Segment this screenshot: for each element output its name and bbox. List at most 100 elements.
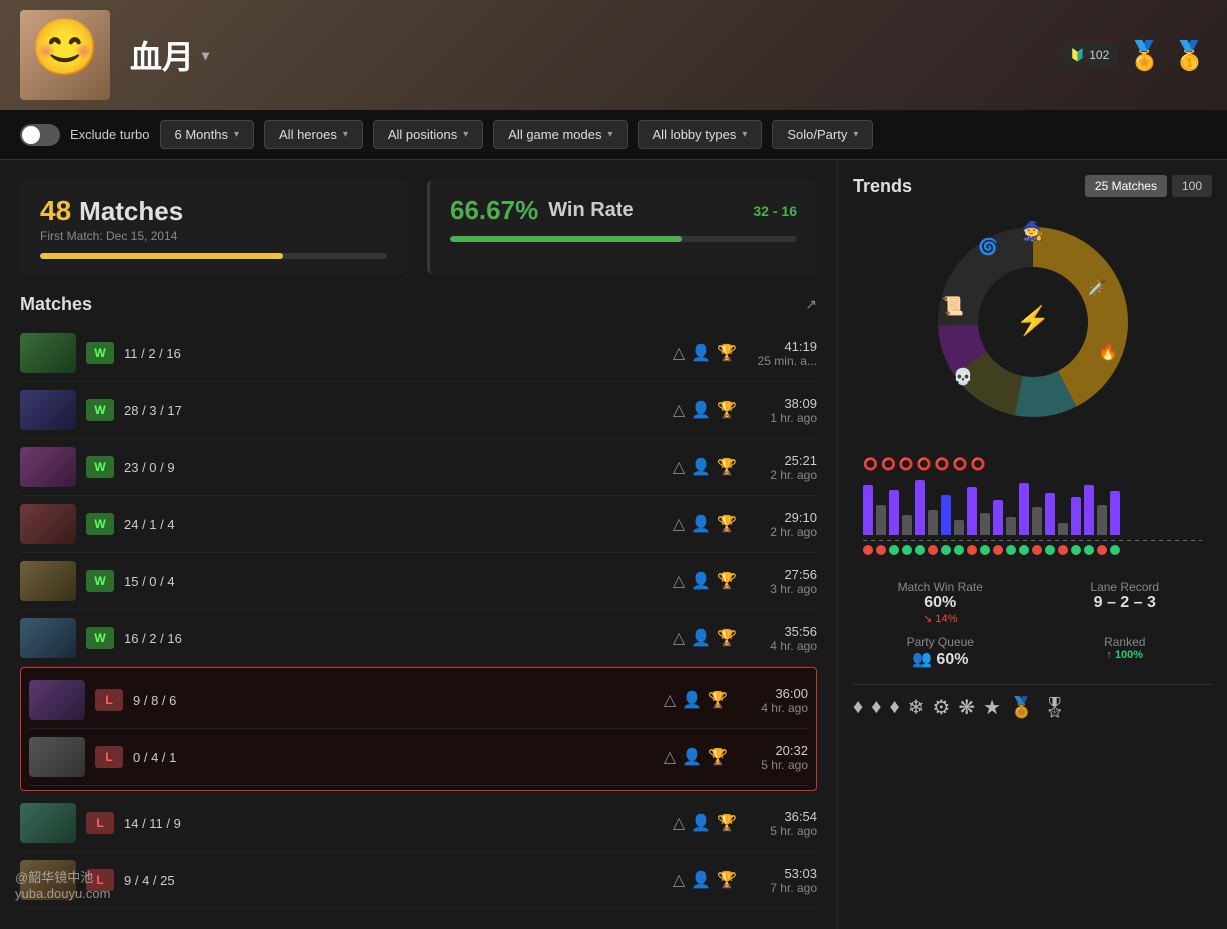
match-row[interactable]: L 14 / 11 / 9 △ 👤 🏆 36:54 5 hr. ago xyxy=(20,795,817,852)
svg-text:⚡: ⚡ xyxy=(1015,304,1050,337)
result-badge: W xyxy=(86,399,114,421)
dot-20 xyxy=(1110,545,1120,555)
trends-header: Trends 25 Matches 100 xyxy=(853,175,1212,197)
dot-8 xyxy=(954,545,964,555)
player-dropdown-icon[interactable]: ▾ xyxy=(202,47,209,64)
match-row[interactable]: L 9 / 4 / 25 △ 👤 🏆 53:03 7 hr. ago xyxy=(20,852,817,909)
match-win-rate-trend: ↘ 14% xyxy=(853,612,1028,625)
result-badge: L xyxy=(86,869,114,891)
match-row[interactable]: W 15 / 0 / 4 △ 👤 🏆 27:56 3 hr. ago xyxy=(20,553,817,610)
match-row[interactable]: L 0 / 4 / 1 △ 👤 🏆 20:32 5 hr. ago xyxy=(29,729,808,786)
bar-13 xyxy=(1019,483,1029,535)
match-icons: △ 👤 🏆 xyxy=(664,690,728,710)
dot-15 xyxy=(1045,545,1055,555)
match-time: 27:56 3 hr. ago xyxy=(747,567,817,596)
result-badge: W xyxy=(86,570,114,592)
person-icon: 👤 xyxy=(691,628,711,648)
match-time: 41:19 25 min. a... xyxy=(747,339,817,368)
match-row[interactable]: W 11 / 2 / 16 △ 👤 🏆 41:19 25 min. a... xyxy=(20,325,817,382)
donut-chart: ⚡ 🧙 🗡️ 🔥 💀 📜 🌀 xyxy=(923,212,1143,432)
match-time: 35:56 4 hr. ago xyxy=(747,624,817,653)
ranked-stat: Ranked ↑ 100% xyxy=(1038,635,1213,669)
match-duration: 41:19 xyxy=(747,339,817,354)
matches-list: W 11 / 2 / 16 △ 👤 🏆 41:19 25 min. a... W… xyxy=(20,325,817,909)
party-queue-value: 👥 60% xyxy=(853,649,1028,669)
dot-18 xyxy=(1084,545,1094,555)
dot-7 xyxy=(941,545,951,555)
trend-btn-25[interactable]: 25 Matches xyxy=(1085,175,1167,197)
kda-display: 15 / 0 / 4 xyxy=(124,574,214,589)
person-icon: 👤 xyxy=(691,870,711,890)
medal-3: ♦ xyxy=(889,696,899,719)
trophy-icon: 🏆 xyxy=(717,813,737,833)
match-time: 36:54 5 hr. ago xyxy=(747,809,817,838)
hero-thumbnail xyxy=(20,504,76,544)
heroes-filter[interactable]: All heroes ▾ xyxy=(264,120,363,149)
match-time-ago: 2 hr. ago xyxy=(747,525,817,539)
trend-btn-100[interactable]: 100 xyxy=(1172,175,1212,197)
match-row[interactable]: W 23 / 0 / 9 △ 👤 🏆 25:21 2 hr. ago xyxy=(20,439,817,496)
rank-badge: 🔰 102 xyxy=(1062,44,1117,66)
positions-filter[interactable]: All positions ▾ xyxy=(373,120,483,149)
exclude-turbo-label: Exclude turbo xyxy=(70,127,150,142)
ranked-value: ↑ 100% xyxy=(1038,649,1213,661)
matches-section-header: Matches ↗ xyxy=(20,294,817,315)
match-time-ago: 4 hr. ago xyxy=(738,701,808,715)
period-filter[interactable]: 6 Months ▾ xyxy=(160,120,255,149)
person-icon: 👤 xyxy=(691,457,711,477)
dot-6 xyxy=(928,545,938,555)
matches-progress-bar xyxy=(40,253,387,259)
lobby-types-filter[interactable]: All lobby types ▾ xyxy=(638,120,763,149)
match-time: 53:03 7 hr. ago xyxy=(747,866,817,895)
match-time-ago: 7 hr. ago xyxy=(747,881,817,895)
match-time-ago: 25 min. a... xyxy=(747,354,817,368)
right-panel: Trends 25 Matches 100 xyxy=(837,160,1227,929)
match-row[interactable]: W 28 / 3 / 17 △ 👤 🏆 38:09 1 hr. ago xyxy=(20,382,817,439)
dot-2 xyxy=(876,545,886,555)
kda-display: 9 / 4 / 25 xyxy=(124,873,214,888)
medal-2: ♦ xyxy=(871,696,881,719)
up-arrow-icon: △ xyxy=(673,571,685,591)
game-modes-filter[interactable]: All game modes ▾ xyxy=(493,120,627,149)
match-icons: △ 👤 🏆 xyxy=(673,813,737,833)
player-name: 血月 xyxy=(130,32,194,78)
medal-8: 🏅 xyxy=(1009,695,1034,720)
person-icon: 👤 xyxy=(682,747,702,767)
bar-7 xyxy=(941,495,951,535)
medal-icon-2: 🥇 xyxy=(1172,39,1207,72)
donut-chart-container: ⚡ 🧙 🗡️ 🔥 💀 📜 🌀 xyxy=(853,212,1212,432)
stats-grid: Match Win Rate 60% ↘ 14% Lane Record 9 –… xyxy=(853,580,1212,669)
hero-thumbnail xyxy=(29,680,85,720)
dot-13 xyxy=(1019,545,1029,555)
person-icon: 👤 xyxy=(691,813,711,833)
up-arrow-icon: △ xyxy=(673,514,685,534)
match-duration: 38:09 xyxy=(747,396,817,411)
match-win-rate-stat: Match Win Rate 60% ↘ 14% xyxy=(853,580,1028,625)
win-loss-record: 32 - 16 xyxy=(753,203,797,219)
up-arrow-icon: △ xyxy=(673,400,685,420)
match-row[interactable]: W 16 / 2 / 16 △ 👤 🏆 35:56 4 hr. ago xyxy=(20,610,817,667)
medals-row: ♦ ♦ ♦ ❄ ⚙ ❋ ★ 🏅 🎖 xyxy=(853,695,1212,720)
person-icon: 👤 xyxy=(682,690,702,710)
loss-highlight-group: L 9 / 8 / 6 △ 👤 🏆 36:00 4 hr. ago L 0 / … xyxy=(20,667,817,791)
trophy-icon: 🏆 xyxy=(717,457,737,477)
match-duration: 53:03 xyxy=(747,866,817,881)
bar-15 xyxy=(1045,493,1055,535)
party-filter[interactable]: Solo/Party ▾ xyxy=(772,120,873,149)
kda-display: 14 / 11 / 9 xyxy=(124,816,214,831)
match-time-ago: 2 hr. ago xyxy=(747,468,817,482)
bar-3 xyxy=(889,490,899,535)
expand-icon[interactable]: ↗ xyxy=(805,296,817,313)
turbo-toggle[interactable] xyxy=(20,124,60,146)
match-time-ago: 1 hr. ago xyxy=(747,411,817,425)
kda-display: 23 / 0 / 9 xyxy=(124,460,214,475)
match-win-rate-label: Match Win Rate xyxy=(853,580,1028,594)
match-duration: 36:54 xyxy=(747,809,817,824)
heroes-arrow-icon: ▾ xyxy=(343,129,348,140)
bar-4 xyxy=(902,515,912,535)
match-row[interactable]: L 9 / 8 / 6 △ 👤 🏆 36:00 4 hr. ago xyxy=(29,672,808,729)
hero-thumbnail xyxy=(20,860,76,900)
bar-chart-bars xyxy=(863,475,1202,535)
svg-text:🔥: 🔥 xyxy=(1098,342,1118,361)
match-row[interactable]: W 24 / 1 / 4 △ 👤 🏆 29:10 2 hr. ago xyxy=(20,496,817,553)
